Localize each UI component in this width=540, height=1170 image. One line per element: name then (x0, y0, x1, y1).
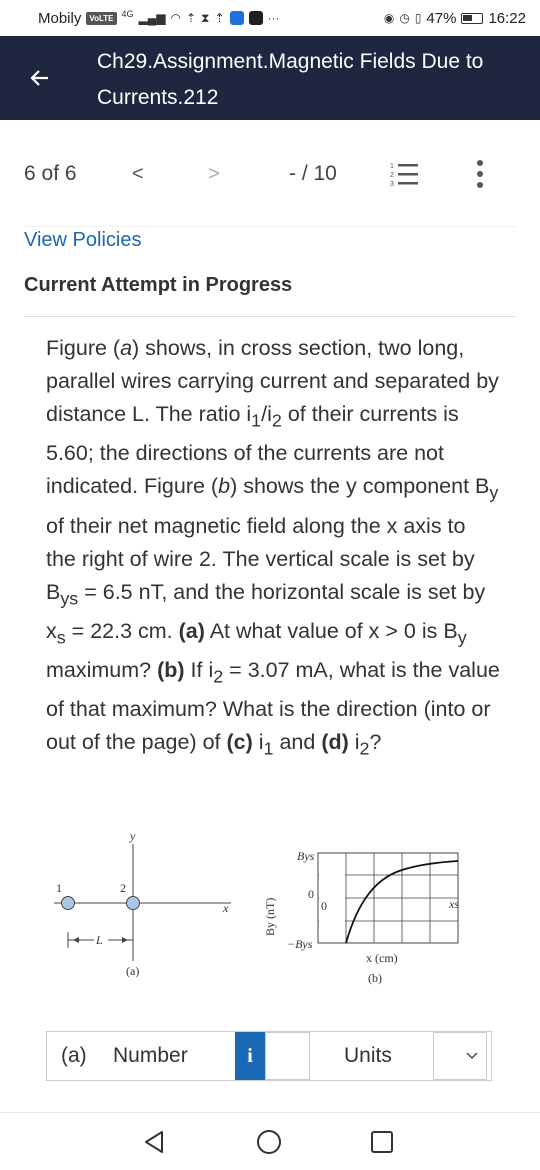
bottom-divider (0, 1112, 540, 1113)
more-notifications-icon: ··· (267, 11, 280, 25)
q-part-label: (a) (178, 618, 205, 643)
q-sub: 2 (271, 410, 282, 431)
question-position: 6 of 6 (24, 162, 77, 185)
q-text: ) shows the y component B (230, 474, 490, 499)
q-text: b (218, 474, 231, 499)
battery-percent: 47% (426, 9, 457, 27)
graph-y-label: By (nT) (263, 898, 277, 936)
q-sub: 1 (251, 410, 262, 431)
carrier-label: Mobily (38, 9, 82, 27)
previous-question-button[interactable]: < (132, 163, 144, 186)
question-figure: y x 1 2 L (a) By (nT) Bys 0 −Bys 0 xs x … (54, 829, 459, 985)
q-part-label: (b) (157, 658, 185, 683)
question-score: - / 10 (289, 162, 337, 185)
more-options-icon[interactable] (473, 158, 487, 190)
question-text: Figure (a) shows, in cross section, two … (46, 332, 501, 766)
answer-row: (a) Number i Units (46, 1031, 492, 1081)
upload-icon: ⇡ (185, 11, 197, 25)
divider-rule (24, 316, 516, 317)
figure-b-caption: (b) (368, 971, 382, 985)
q-text: At what value of x > 0 is B (204, 618, 458, 643)
graph-tick-zero: 0 (308, 887, 314, 901)
svg-text:1: 1 (390, 163, 394, 170)
alarm-icon: ◷ (399, 11, 410, 25)
chevron-down-icon (466, 1052, 478, 1059)
units-select[interactable] (433, 1032, 487, 1080)
wire-1-icon (61, 896, 75, 910)
back-arrow-icon[interactable] (20, 58, 60, 98)
svg-text:3: 3 (390, 181, 394, 188)
hourglass-icon: ⧗ (201, 10, 210, 25)
wire-2-icon (126, 896, 140, 910)
q-sub: s (56, 627, 66, 648)
question-list-icon[interactable]: 1 2 3 (390, 160, 420, 188)
vibrate-icon: ▯ (414, 11, 422, 25)
figure-a-caption: (a) (126, 964, 139, 978)
back-arrow-svg (30, 70, 48, 86)
eye-icon: ◉ (383, 11, 395, 25)
q-sub: ys (60, 587, 79, 608)
graph-x-label: x (cm) (366, 951, 398, 965)
attempt-status: Current Attempt in Progress (24, 274, 293, 296)
q-text: maximum? (46, 658, 158, 683)
system-back-icon[interactable] (143, 1130, 165, 1154)
divider (24, 226, 516, 227)
upload-icon-2: ⇡ (214, 11, 225, 25)
status-left: Mobily VoLTE 4G ▂▄▆ ◠ ⇡ ⧗ ⇡ ··· (38, 9, 280, 27)
clock: 16:22 (488, 9, 526, 27)
graph-x-end: xs (448, 897, 459, 911)
network-label: 4G (121, 9, 134, 19)
q-part-label: (c) (226, 730, 253, 755)
figure-a: y x 1 2 L (a) (54, 829, 231, 978)
system-nav-bar (0, 1116, 540, 1170)
q-sub: y (489, 482, 499, 503)
units-label: Units (344, 1044, 392, 1067)
q-sub: 1 (263, 738, 274, 759)
q-sub: y (457, 627, 467, 648)
q-text: a (120, 336, 133, 360)
volte-badge: VoLTE (86, 11, 117, 25)
system-recents-icon[interactable] (370, 1130, 394, 1154)
graph-mask (319, 854, 345, 942)
question-nav: 6 of 6 < > - / 10 1 2 3 (0, 150, 540, 198)
answer-type-label: Number (113, 1044, 188, 1067)
next-question-button[interactable]: > (208, 163, 220, 186)
app-header: Ch29.Assignment.Magnetic Fields Due to C… (0, 36, 540, 120)
status-right: ◉ ◷ ▯ 47% 16:22 (384, 10, 526, 27)
graph-tick-bottom: −Bys (287, 937, 313, 951)
answer-part-label: (a) (61, 1044, 87, 1067)
signal-icon: ▂▄▆ (138, 11, 166, 25)
q-sub: 2 (213, 666, 224, 687)
wifi-icon: ◠ (170, 11, 181, 25)
separation-label: L (95, 933, 103, 947)
number-input[interactable] (265, 1032, 310, 1080)
app-notification-icon (229, 11, 244, 25)
video-app-icon (248, 11, 263, 25)
q-text: /i (261, 402, 272, 426)
q-text: If i (184, 658, 214, 683)
q-text: Figure ( (46, 336, 121, 360)
svg-text:2: 2 (390, 172, 394, 179)
wire-1-label: 1 (56, 881, 62, 895)
axis-y-label: y (129, 829, 136, 843)
info-button[interactable]: i (235, 1032, 265, 1080)
axis-x-label: x (222, 901, 229, 915)
system-home-icon[interactable] (256, 1129, 282, 1155)
battery-icon (461, 12, 484, 24)
status-bar: Mobily VoLTE 4G ▂▄▆ ◠ ⇡ ⧗ ⇡ ··· ◉ ◷ ▯ 47… (0, 0, 540, 36)
view-policies-link[interactable]: View Policies (24, 229, 141, 252)
q-text: = 22.3 cm. (65, 618, 179, 643)
q-text: i (348, 730, 360, 755)
q-sub: 2 (359, 738, 370, 759)
graph-x-origin: 0 (321, 899, 327, 913)
q-text: i (252, 730, 264, 755)
q-text: ? (369, 730, 382, 755)
graph-tick-top: Bys (297, 849, 315, 863)
page-title: Ch29.Assignment.Magnetic Fields Due to C… (97, 50, 484, 109)
q-part-label: (d) (321, 730, 349, 755)
wire-2-label: 2 (120, 881, 126, 895)
figure-b: By (nT) Bys 0 −Bys 0 xs x (cm) (b) (263, 849, 459, 985)
q-text: and (273, 730, 322, 755)
